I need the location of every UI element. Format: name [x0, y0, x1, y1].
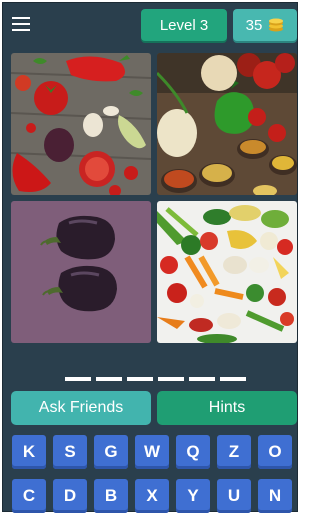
game-screen: Level 3 35 Ask Friends Hints K S G W Q Z…: [2, 2, 298, 513]
letter-key[interactable]: X: [135, 479, 169, 513]
vegetable-assortment-image: [157, 201, 297, 343]
vegetables-and-spices-image: [157, 53, 297, 195]
letter-key[interactable]: B: [94, 479, 128, 513]
answer-slot[interactable]: [96, 377, 122, 381]
answer-slot[interactable]: [65, 377, 91, 381]
two-eggplants-image: [11, 201, 151, 343]
coin-counter[interactable]: 35: [233, 9, 297, 41]
answer-slots: [65, 377, 246, 381]
letter-key[interactable]: K: [12, 435, 46, 469]
hints-button[interactable]: Hints: [157, 391, 297, 425]
letter-key[interactable]: G: [94, 435, 128, 469]
answer-slot[interactable]: [220, 377, 246, 381]
vegetables-on-wood-image: [11, 53, 151, 195]
hamburger-menu-icon[interactable]: [10, 14, 32, 34]
hints-label: Hints: [208, 399, 246, 416]
answer-slot[interactable]: [158, 377, 184, 381]
letter-key[interactable]: O: [258, 435, 292, 469]
letter-key[interactable]: C: [12, 479, 46, 513]
ask-friends-button[interactable]: Ask Friends: [11, 391, 151, 425]
letter-key[interactable]: Z: [217, 435, 251, 469]
answer-slot[interactable]: [189, 377, 215, 381]
letter-key[interactable]: Q: [176, 435, 210, 469]
coin-stack-icon: [269, 18, 284, 32]
letter-key[interactable]: U: [217, 479, 251, 513]
ask-friends-label: Ask Friends: [38, 399, 124, 416]
puzzle-picture-1[interactable]: [11, 53, 151, 195]
coin-count: 35: [245, 16, 263, 34]
answer-slot[interactable]: [127, 377, 153, 381]
letter-key[interactable]: W: [135, 435, 169, 469]
letter-keyboard: K S G W Q Z O C D B X Y U N: [12, 435, 296, 513]
puzzle-picture-4[interactable]: [157, 201, 297, 343]
level-label: Level 3: [159, 16, 209, 34]
letter-key[interactable]: N: [258, 479, 292, 513]
letter-key[interactable]: S: [53, 435, 87, 469]
puzzle-picture-3[interactable]: [11, 201, 151, 343]
puzzle-picture-2[interactable]: [157, 53, 297, 195]
level-indicator: Level 3: [141, 9, 227, 41]
letter-key[interactable]: Y: [176, 479, 210, 513]
letter-key[interactable]: D: [53, 479, 87, 513]
